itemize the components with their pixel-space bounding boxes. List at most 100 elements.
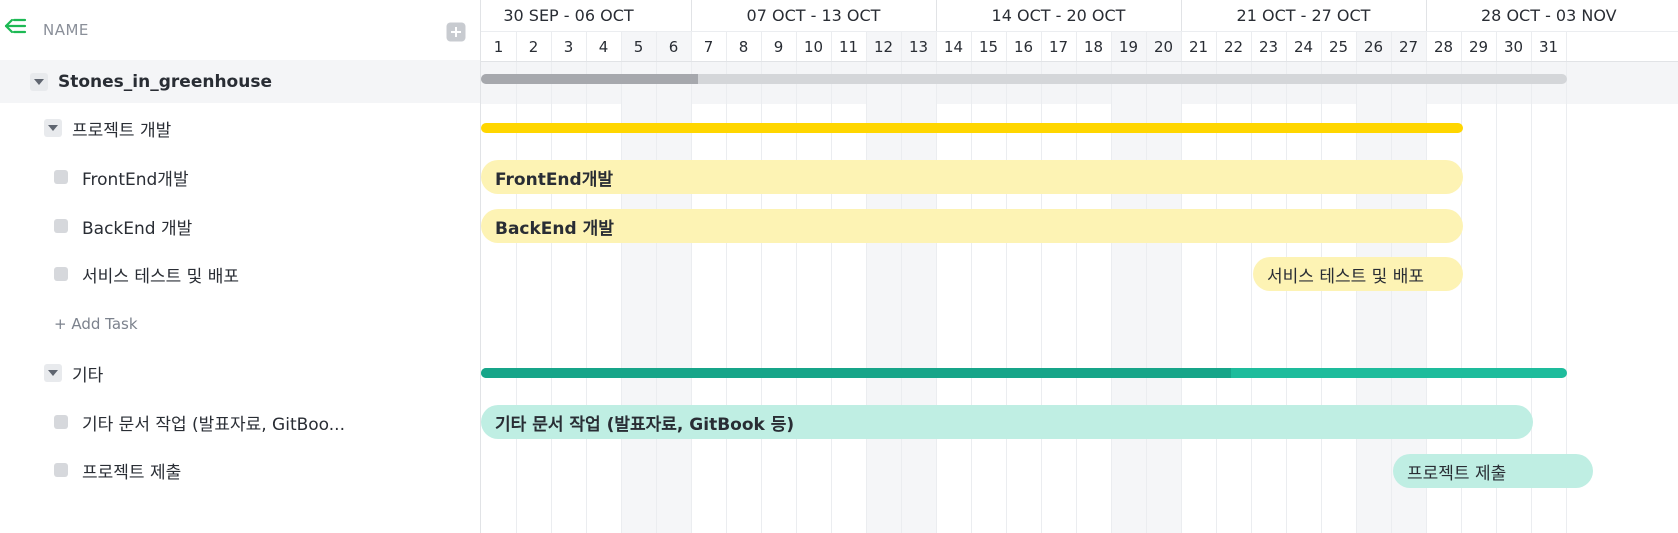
day-label: 4 bbox=[598, 38, 609, 56]
task-status-checkbox[interactable] bbox=[54, 219, 68, 233]
day-label: 27 bbox=[1398, 38, 1419, 56]
chevron-down-icon bbox=[34, 78, 44, 85]
day-label: 11 bbox=[838, 38, 859, 56]
project-progress-fill bbox=[481, 74, 699, 84]
weekend-column bbox=[901, 31, 936, 533]
task-bar[interactable]: 기타 문서 작업 (발표자료, GitBook 등) bbox=[481, 405, 1533, 439]
task-status-checkbox[interactable] bbox=[54, 170, 68, 184]
task-status-checkbox[interactable] bbox=[54, 267, 68, 281]
day-label: 28 bbox=[1433, 38, 1454, 56]
add-task-button[interactable]: + Add Task bbox=[54, 315, 138, 333]
project-progress-bar[interactable] bbox=[481, 74, 1567, 84]
day-label: 10 bbox=[803, 38, 824, 56]
day-label: 23 bbox=[1258, 38, 1279, 56]
project-row[interactable]: Stones_in_greenhouse bbox=[0, 60, 480, 103]
weekend-column bbox=[866, 31, 901, 533]
project-name: Stones_in_greenhouse bbox=[58, 71, 272, 92]
task-name: 기타 문서 작업 (발표자료, GitBoo... bbox=[82, 414, 345, 435]
weekend-column bbox=[1111, 31, 1146, 533]
week-label: 30 SEP - 06 OCT bbox=[503, 6, 634, 25]
day-gridline bbox=[621, 31, 622, 533]
day-gridline bbox=[1146, 31, 1147, 533]
day-gridline bbox=[691, 31, 692, 533]
day-gridline bbox=[656, 31, 657, 533]
day-label: 21 bbox=[1188, 38, 1209, 56]
day-gridline bbox=[936, 31, 937, 533]
day-gridline bbox=[1076, 31, 1077, 533]
day-gridline bbox=[971, 31, 972, 533]
group-progress-fill bbox=[481, 368, 1231, 378]
day-label: 18 bbox=[1083, 38, 1104, 56]
day-label: 22 bbox=[1223, 38, 1244, 56]
day-gridline bbox=[551, 31, 552, 533]
task-name: BackEnd 개발 bbox=[82, 218, 193, 239]
add-item-icon[interactable] bbox=[446, 22, 466, 42]
day-gridline bbox=[586, 31, 587, 533]
task-bar[interactable]: 프로젝트 제출 bbox=[1393, 454, 1593, 488]
group-name: 기타 bbox=[72, 365, 104, 386]
task-name: 프로젝트 제출 bbox=[82, 462, 182, 483]
week-label: 28 OCT - 03 NOV bbox=[1481, 6, 1617, 25]
task-row[interactable]: 서비스 테스트 및 배포 bbox=[0, 254, 480, 294]
day-label: 29 bbox=[1468, 38, 1489, 56]
group-timeline-bar[interactable] bbox=[481, 368, 1567, 378]
task-bar-label: FrontEnd개발 bbox=[495, 169, 613, 190]
day-label: 15 bbox=[978, 38, 999, 56]
task-list-panel: NAME Stones_in_greenhouse 프로젝트 개발 FrontE… bbox=[0, 0, 480, 533]
day-gridline bbox=[726, 31, 727, 533]
day-gridline bbox=[901, 31, 902, 533]
day-gridline bbox=[1251, 31, 1252, 533]
weekend-column bbox=[1146, 31, 1181, 533]
day-label: 12 bbox=[873, 38, 894, 56]
add-task-row: + Add Task bbox=[0, 304, 480, 344]
day-label: 8 bbox=[738, 38, 749, 56]
collapse-panel-icon[interactable] bbox=[3, 15, 29, 39]
task-name: 서비스 테스트 및 배포 bbox=[82, 266, 239, 287]
weekend-column bbox=[656, 31, 691, 533]
day-gridline bbox=[516, 31, 517, 533]
task-bar[interactable]: FrontEnd개발 bbox=[481, 160, 1463, 194]
day-label: 5 bbox=[633, 38, 644, 56]
day-gridline bbox=[1041, 31, 1042, 533]
day-label: 26 bbox=[1363, 38, 1384, 56]
group-name: 프로젝트 개발 bbox=[72, 120, 172, 141]
day-label: 1 bbox=[493, 38, 504, 56]
task-row[interactable]: 기타 문서 작업 (발표자료, GitBoo... bbox=[0, 402, 480, 442]
weekend-column bbox=[621, 31, 656, 533]
name-column-header: NAME bbox=[43, 21, 89, 39]
group-collapse-toggle[interactable] bbox=[44, 119, 62, 137]
day-gridline bbox=[796, 31, 797, 533]
day-label: 14 bbox=[943, 38, 964, 56]
group-collapse-toggle[interactable] bbox=[44, 364, 62, 382]
task-bar[interactable]: 서비스 테스트 및 배포 bbox=[1253, 257, 1463, 291]
day-label: 6 bbox=[668, 38, 679, 56]
task-status-checkbox[interactable] bbox=[54, 415, 68, 429]
day-label: 20 bbox=[1153, 38, 1174, 56]
day-gridline bbox=[1006, 31, 1007, 533]
chevron-down-icon bbox=[48, 125, 58, 131]
task-list-header: NAME bbox=[0, 0, 480, 62]
day-label: 30 bbox=[1503, 38, 1524, 56]
day-label: 9 bbox=[773, 38, 784, 56]
task-status-checkbox[interactable] bbox=[54, 463, 68, 477]
task-bar-label: BackEnd 개발 bbox=[495, 218, 614, 239]
day-label: 16 bbox=[1013, 38, 1034, 56]
task-row[interactable]: FrontEnd개발 bbox=[0, 157, 480, 197]
day-label: 31 bbox=[1538, 38, 1559, 56]
gantt-timeline: 30 SEP - 06 OCT 07 OCT - 13 OCT 14 OCT -… bbox=[480, 0, 1678, 533]
header-divider bbox=[481, 31, 1678, 32]
day-gridline bbox=[761, 31, 762, 533]
day-label: 7 bbox=[703, 38, 714, 56]
group-timeline-bar[interactable] bbox=[481, 123, 1463, 133]
task-bar[interactable]: BackEnd 개발 bbox=[481, 209, 1463, 243]
task-row[interactable]: 프로젝트 제출 bbox=[0, 450, 480, 490]
project-collapse-toggle[interactable] bbox=[30, 72, 48, 91]
day-gridline bbox=[1111, 31, 1112, 533]
task-bar-label: 프로젝트 제출 bbox=[1407, 463, 1507, 484]
task-bar-label: 서비스 테스트 및 배포 bbox=[1267, 266, 1424, 287]
group-row[interactable]: 기타 bbox=[0, 353, 480, 393]
task-bar-label: 기타 문서 작업 (발표자료, GitBook 등) bbox=[495, 414, 795, 435]
task-row[interactable]: BackEnd 개발 bbox=[0, 206, 480, 246]
group-row[interactable]: 프로젝트 개발 bbox=[0, 108, 480, 148]
day-label: 25 bbox=[1328, 38, 1349, 56]
